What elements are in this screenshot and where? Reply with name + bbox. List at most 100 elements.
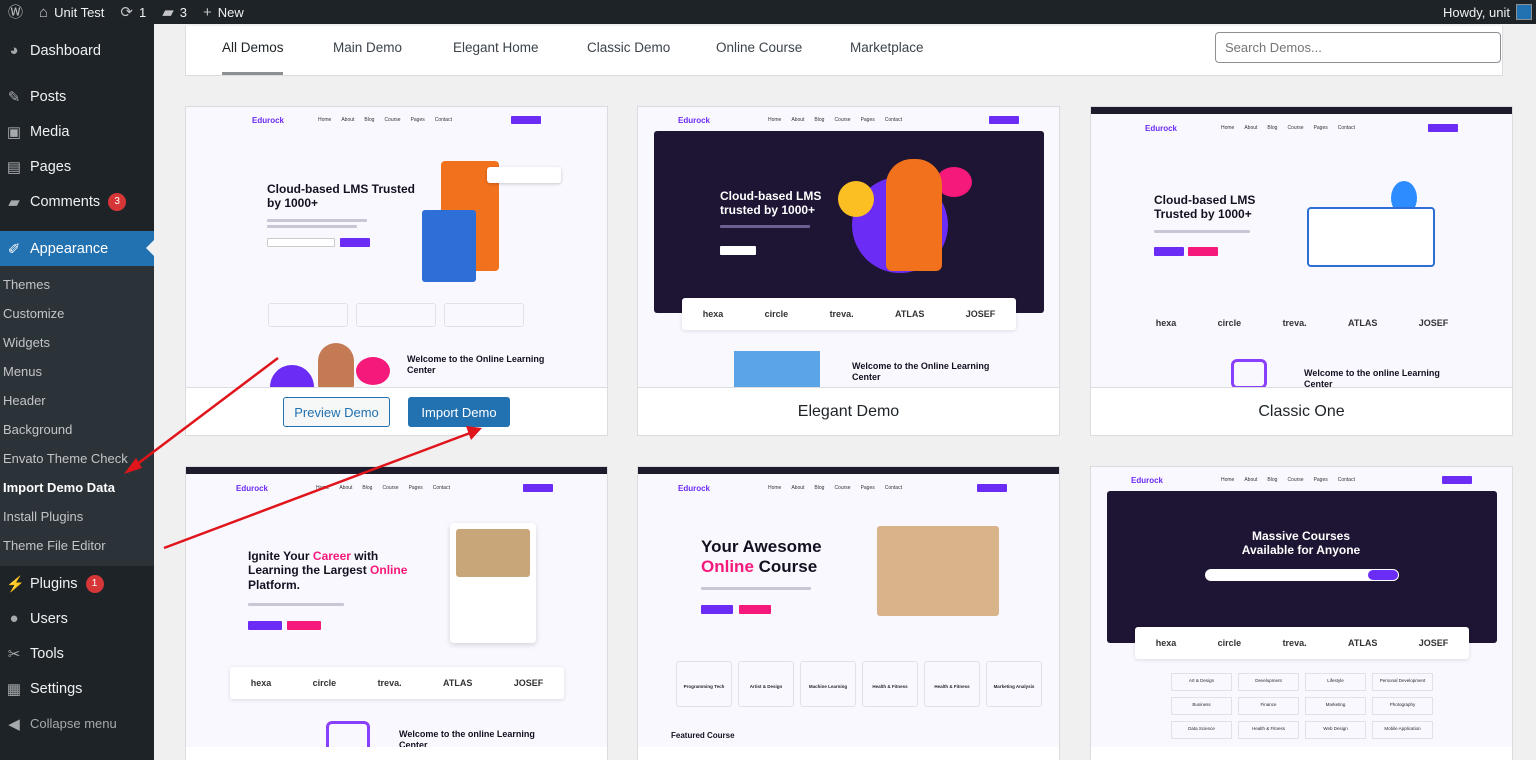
menu-media[interactable]: ▣ Media — [0, 114, 154, 149]
tab-all-demos[interactable]: All Demos — [222, 40, 284, 55]
collapse-menu-button[interactable]: ◀ Collapse menu — [0, 706, 154, 741]
partner-logo: JOSEF — [1418, 638, 1449, 648]
mock-cta — [989, 116, 1019, 124]
mock-features — [268, 303, 524, 327]
partner-logo: circle — [764, 309, 789, 319]
demo-thumbnail[interactable]: Edurock Home About Blog Course Pages Contact … — [186, 107, 607, 387]
demo-thumbnail[interactable]: Edurock Home About Blog Course Pages Contact … — [638, 467, 1059, 747]
submenu-import-demo-data[interactable]: Import Demo Data — [0, 473, 154, 502]
partner-logo: treva. — [1282, 318, 1307, 328]
mock-text — [701, 587, 811, 590]
mock-hero-title: Cloud-based LMS Trusted by 1000+ — [267, 182, 416, 211]
mock-links: Home About Blog Course Pages Contact — [768, 485, 902, 491]
submenu-background[interactable]: Background — [0, 415, 154, 444]
active-tab-indicator — [222, 72, 283, 75]
submenu-widgets[interactable]: Widgets — [0, 328, 154, 357]
brush-icon: ✐ — [7, 240, 21, 258]
submenu-menus[interactable]: Menus — [0, 357, 154, 386]
home-icon: ⌂ — [39, 3, 49, 21]
mock-person — [886, 159, 942, 271]
account-menu[interactable]: Howdy, unit — [1443, 0, 1536, 24]
search-demos-input[interactable] — [1215, 32, 1501, 63]
plugins-badge: 1 — [85, 574, 104, 593]
tab-marketplace[interactable]: Marketplace — [850, 40, 924, 55]
mock-links: Home About Blog Course Pages Contact — [768, 117, 902, 123]
category-box: Development — [1238, 673, 1299, 691]
site-name-link[interactable]: ⌂ Unit Test — [31, 0, 112, 24]
mock-logo: Edurock — [252, 115, 285, 125]
submenu-customize[interactable]: Customize — [0, 299, 154, 328]
menu-pages[interactable]: ▤ Pages — [0, 149, 154, 184]
tab-elegant-home[interactable]: Elegant Home — [453, 40, 539, 55]
demo-thumbnail[interactable]: Edurock Home About Blog Course Pages Contact … — [638, 107, 1059, 387]
mock-partner-logos: hexa circle treva. ATLAS JOSEF — [682, 298, 1016, 330]
mock-logo: Edurock — [236, 483, 269, 493]
mock-course-card — [450, 523, 536, 643]
category-box: Health & Fitness — [862, 661, 918, 707]
mock-welcome-title: Welcome to the online Learning Center — [1304, 368, 1440, 387]
menu-dashboard[interactable]: ◕ Dashboard — [0, 33, 154, 68]
submenu-themes[interactable]: Themes — [0, 270, 154, 299]
updates-icon: ⟳ — [120, 3, 133, 21]
submenu-header[interactable]: Header — [0, 386, 154, 415]
mock-welcome-title: Welcome to the Online Learning Center — [407, 354, 545, 375]
mock-partner-logos: hexa circle treva. ATLAS JOSEF — [1135, 627, 1469, 659]
comments-link[interactable]: ▰ 3 — [154, 0, 195, 24]
partner-logo: circle — [312, 678, 337, 688]
menu-plugins[interactable]: ⚡ Plugins 1 — [0, 566, 154, 601]
dashboard-icon: ◕ — [9, 42, 19, 59]
mock-nav: Edurock Home About Blog Course Pages Contact — [186, 109, 607, 131]
mock-text — [267, 219, 367, 222]
menu-posts[interactable]: ✎ Posts — [0, 79, 154, 114]
demo-thumbnail[interactable]: Edurock Home About Blog Course Pages Contact … — [186, 467, 607, 747]
updates-link[interactable]: ⟳ 1 — [112, 0, 154, 24]
feature-box — [356, 303, 436, 327]
tab-classic-demo[interactable]: Classic Demo — [587, 40, 670, 55]
mock-image — [456, 529, 530, 577]
menu-settings[interactable]: ▦ Settings — [0, 671, 154, 706]
wordpress-logo[interactable]: Ⓦ — [0, 0, 31, 24]
category-box: Artist & Design — [738, 661, 794, 707]
new-content-link[interactable]: + New — [195, 0, 252, 24]
mock-button — [287, 621, 321, 630]
mock-button — [1154, 247, 1184, 256]
mock-category-grid: Art & Design Development Lifestyle Perso… — [1171, 673, 1433, 739]
mock-popup — [487, 167, 561, 183]
mock-hero-image — [877, 526, 999, 616]
submenu-theme-file-editor[interactable]: Theme File Editor — [0, 531, 154, 560]
mock-illustration — [1307, 207, 1435, 267]
partner-logo: treva. — [1282, 638, 1307, 648]
category-box: Marketing — [1305, 697, 1366, 715]
category-box: Lifestyle — [1305, 673, 1366, 691]
mock-button — [1188, 247, 1218, 256]
submenu-install-plugins[interactable]: Install Plugins — [0, 502, 154, 531]
mock-button — [701, 605, 733, 614]
mock-cta — [1442, 476, 1472, 484]
demo-card-5: Edurock Home About Blog Course Pages Contact … — [637, 466, 1060, 760]
mock-featured-title: Featured Course — [671, 731, 735, 740]
preview-demo-button[interactable]: Preview Demo — [283, 397, 390, 427]
mock-button — [340, 238, 370, 247]
menu-appearance[interactable]: ✐ Appearance — [0, 231, 154, 266]
menu-users[interactable]: ● Users — [0, 601, 154, 636]
demo-thumbnail[interactable]: Edurock Home About Blog Course Pages Contact … — [1091, 467, 1512, 747]
demo-card-4: Edurock Home About Blog Course Pages Contact … — [185, 466, 608, 760]
mock-button — [248, 621, 282, 630]
import-demo-button[interactable]: Import Demo — [408, 397, 510, 427]
mock-input — [267, 238, 335, 247]
mock-logo: Edurock — [678, 483, 711, 493]
menu-comments[interactable]: ▰ Comments 3 — [0, 184, 154, 219]
demo-thumbnail[interactable]: Edurock Home About Blog Course Pages Contact … — [1091, 107, 1512, 387]
mock-button — [739, 605, 771, 614]
menu-tools[interactable]: ✂ Tools — [0, 636, 154, 671]
partner-logo: hexa — [250, 678, 272, 688]
submenu-envato-theme-check[interactable]: Envato Theme Check — [0, 444, 154, 473]
admin-bar: Ⓦ ⌂ Unit Test ⟳ 1 ▰ 3 + New Howdy, unit — [0, 0, 1536, 24]
category-box: Health & Fitness — [924, 661, 980, 707]
mock-cta — [523, 484, 553, 492]
category-box: Finance — [1238, 697, 1299, 715]
tab-main-demo[interactable]: Main Demo — [333, 40, 402, 55]
main-content: All Demos Main Demo Elegant Home Classic… — [154, 24, 1536, 760]
tab-online-course[interactable]: Online Course — [716, 40, 802, 55]
demo-title-elegant: Elegant Demo — [638, 387, 1059, 435]
